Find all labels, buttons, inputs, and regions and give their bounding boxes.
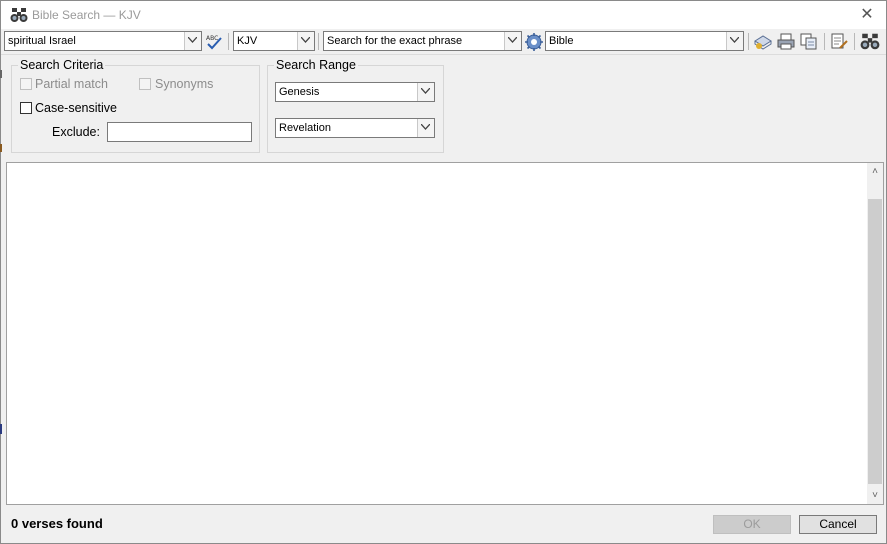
partial-match-checkbox[interactable]	[20, 78, 32, 90]
chevron-down-icon[interactable]	[726, 32, 743, 50]
results-count-status: 0 verses found	[11, 516, 103, 531]
range-from-combobox[interactable]: Genesis	[275, 82, 435, 102]
synonyms-checkbox[interactable]	[139, 78, 151, 90]
range-from-value: Genesis	[279, 86, 320, 98]
exclude-label: Exclude:	[52, 125, 100, 139]
version-combobox[interactable]: KJV	[233, 31, 315, 51]
search-range-group: Search Range Genesis Revelation	[267, 58, 444, 153]
chevron-down-icon[interactable]	[184, 32, 201, 50]
search-range-legend: Search Range	[274, 58, 358, 72]
case-sensitive-label: Case-sensitive	[35, 101, 117, 115]
chevron-down-icon[interactable]	[417, 119, 434, 137]
export-icon[interactable]	[829, 32, 849, 51]
synonyms-label: Synonyms	[155, 77, 214, 91]
chevron-down-icon[interactable]	[504, 32, 521, 50]
window-title: Bible Search — KJV	[32, 8, 141, 22]
exclude-input[interactable]	[107, 122, 252, 142]
print-icon[interactable]	[776, 32, 796, 51]
search-mode-value: Search for the exact phrase	[327, 35, 463, 47]
search-query-value: spiritual Israel	[8, 35, 76, 47]
chevron-down-icon[interactable]	[297, 32, 314, 50]
title-bar: Bible Search — KJV ✕	[1, 1, 886, 29]
svg-text:ABC: ABC	[206, 35, 218, 42]
results-list[interactable]: ˄ ˅	[6, 162, 884, 505]
background-window-edge	[0, 424, 2, 434]
search-query-combobox[interactable]: spiritual Israel	[4, 31, 202, 51]
search-criteria-legend: Search Criteria	[18, 58, 106, 72]
gear-icon[interactable]	[524, 32, 544, 51]
results-scrollbar[interactable]: ˄ ˅	[867, 163, 883, 504]
background-window-edge	[0, 144, 2, 152]
scroll-down-icon[interactable]: ˅	[867, 487, 883, 504]
search-toolbar: spiritual Israel ABC KJV Search for the …	[1, 29, 886, 55]
bookmark-icon[interactable]	[753, 32, 773, 51]
toolbar-separator	[748, 33, 749, 50]
copy-icon[interactable]	[799, 32, 819, 51]
scope-value: Bible	[549, 35, 574, 47]
scrollbar-thumb[interactable]	[868, 199, 882, 484]
ok-button[interactable]: OK	[713, 515, 791, 534]
scroll-up-icon[interactable]: ˄	[867, 163, 883, 180]
range-to-combobox[interactable]: Revelation	[275, 118, 435, 138]
spellcheck-icon[interactable]: ABC	[204, 32, 224, 51]
bible-search-window: Bible Search — KJV ✕ spiritual Israel AB…	[0, 0, 887, 544]
search-options-panel: Search Criteria Partial match Synonyms C…	[5, 55, 886, 161]
toolbar-separator	[318, 33, 319, 50]
cancel-button[interactable]: Cancel	[799, 515, 877, 534]
toolbar-separator	[824, 33, 825, 50]
background-window-edge	[0, 70, 2, 78]
case-sensitive-checkbox[interactable]	[20, 102, 32, 114]
binoculars-icon	[10, 8, 28, 22]
chevron-down-icon[interactable]	[417, 83, 434, 101]
toolbar-separator	[228, 33, 229, 50]
toolbar-separator	[854, 33, 855, 50]
search-mode-combobox[interactable]: Search for the exact phrase	[323, 31, 522, 51]
search-criteria-group: Search Criteria Partial match Synonyms C…	[11, 58, 260, 153]
scope-combobox[interactable]: Bible	[545, 31, 744, 51]
close-icon[interactable]: ✕	[856, 4, 878, 26]
version-value: KJV	[237, 35, 258, 47]
partial-match-label: Partial match	[35, 77, 108, 91]
binoculars-icon[interactable]	[860, 32, 880, 51]
range-to-value: Revelation	[279, 122, 331, 134]
